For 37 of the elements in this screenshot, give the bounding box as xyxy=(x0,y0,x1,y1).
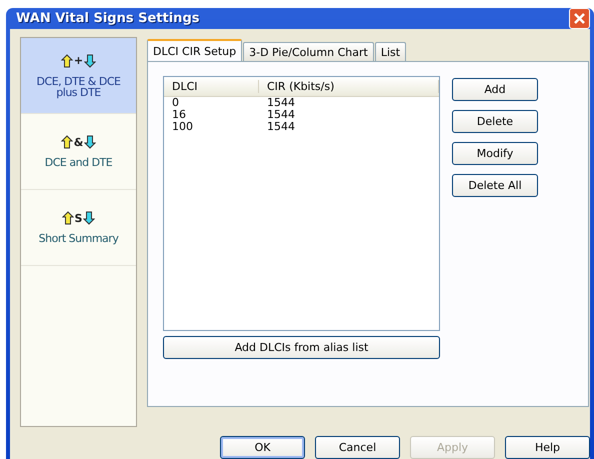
down-arrow-icon xyxy=(84,135,96,149)
down-arrow-icon xyxy=(83,211,96,225)
dialog-button[interactable]: Cancel xyxy=(315,436,400,459)
sidebar-label: DCE and DTE xyxy=(44,157,112,168)
close-button[interactable] xyxy=(569,8,590,29)
table-cell-text: 1544 xyxy=(266,97,296,109)
column-header[interactable]: CIR (Kbits/s) xyxy=(259,80,439,93)
tab[interactable]: DLCI CIR Setup xyxy=(147,39,242,61)
tab[interactable]: List xyxy=(374,42,406,61)
symbol-text: & xyxy=(74,136,84,148)
down-arrow-icon xyxy=(84,54,96,68)
up-arrow-icon xyxy=(60,54,73,68)
symbol-text: + xyxy=(74,54,84,67)
table-cell-text: 1544 xyxy=(266,121,296,133)
sidebar-item[interactable]: S Short Summary xyxy=(21,190,136,266)
up-arrow-icon xyxy=(60,135,73,149)
table-cell-text: 100 xyxy=(171,121,194,133)
list-action-button[interactable]: Add xyxy=(452,78,538,101)
sidebar-label: DCE, DTE & DCE plus DTE xyxy=(36,76,120,98)
symbol-text: S xyxy=(74,212,82,224)
dialog-button[interactable]: OK xyxy=(220,436,305,459)
table-cell-text: 16 xyxy=(171,109,187,121)
tab[interactable]: 3-D Pie/Column Chart xyxy=(243,42,374,61)
column-header[interactable]: DLCI xyxy=(164,80,259,93)
list-action-button[interactable]: Delete All xyxy=(452,174,538,197)
list-action-button[interactable]: Modify xyxy=(452,142,538,165)
dialog-button[interactable]: Help xyxy=(505,436,590,459)
table-cell-text: 0 xyxy=(171,97,180,109)
sidebar-item[interactable]: + DCE, DTE & DCE plus DTE xyxy=(21,38,136,114)
up-arrow-icon xyxy=(62,211,74,225)
table-cell-text: 1544 xyxy=(266,109,296,121)
sidebar-label: Short Summary xyxy=(38,233,118,244)
close-icon xyxy=(573,12,586,25)
sidebar-item[interactable]: & DCE and DTE xyxy=(21,114,136,190)
window-title: WAN Vital Signs Settings xyxy=(16,11,200,26)
add-from-alias-button[interactable]: Add DLCIs from alias list xyxy=(163,336,440,359)
list-action-button[interactable]: Delete xyxy=(452,110,538,133)
